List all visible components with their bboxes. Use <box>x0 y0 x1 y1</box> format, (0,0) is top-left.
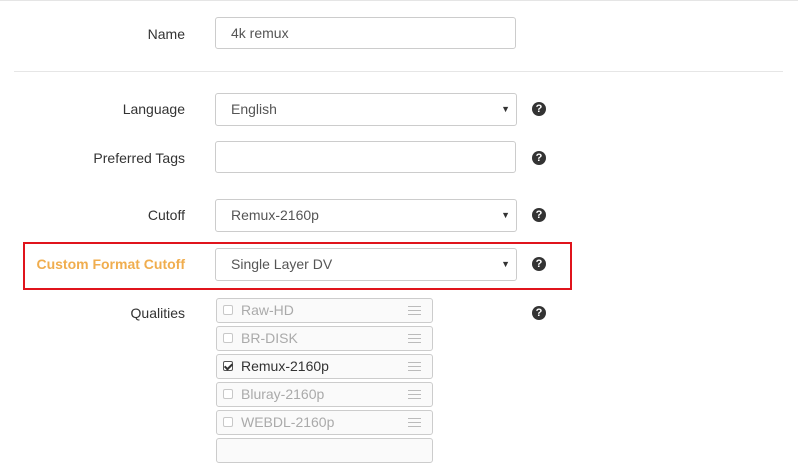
checkbox-checked[interactable] <box>223 361 233 371</box>
drag-handle-icon[interactable] <box>408 418 421 427</box>
quality-item-webdl-2160p[interactable]: WEBDL-2160p <box>216 410 433 435</box>
checkbox[interactable] <box>223 389 233 399</box>
checkbox[interactable] <box>223 305 233 315</box>
quality-item-raw-hd[interactable]: Raw-HD <box>216 298 433 323</box>
cutoff-value: Remux-2160p <box>231 207 319 223</box>
name-input[interactable] <box>215 17 516 49</box>
question-circle-icon[interactable]: ? <box>532 208 546 222</box>
question-circle-icon[interactable]: ? <box>532 102 546 116</box>
question-circle-icon[interactable]: ? <box>532 151 546 165</box>
question-circle-icon[interactable]: ? <box>532 257 546 271</box>
quality-item-bluray-2160p[interactable]: Bluray-2160p <box>216 382 433 407</box>
quality-item-br-disk[interactable]: BR-DISK <box>216 326 433 351</box>
chevron-down-icon: ▼ <box>501 259 510 269</box>
cutoff-label: Cutoff <box>147 207 185 223</box>
quality-name: Raw-HD <box>241 302 294 318</box>
name-label: Name <box>147 26 185 42</box>
chevron-down-icon: ▼ <box>501 210 510 220</box>
section-divider <box>14 71 783 72</box>
question-circle-icon[interactable]: ? <box>532 306 546 320</box>
top-border <box>0 0 798 1</box>
checkbox[interactable] <box>223 417 233 427</box>
quality-item-remux-2160p[interactable]: Remux-2160p <box>216 354 433 379</box>
custom-format-cutoff-value: Single Layer DV <box>231 256 333 272</box>
checkbox[interactable] <box>223 333 233 343</box>
preferred-tags-label: Preferred Tags <box>93 150 185 166</box>
qualities-label: Qualities <box>130 305 185 321</box>
drag-handle-icon[interactable] <box>408 334 421 343</box>
custom-format-cutoff-select[interactable]: Single Layer DV ▼ <box>215 248 517 281</box>
language-value: English <box>231 101 277 117</box>
drag-handle-icon[interactable] <box>408 390 421 399</box>
language-label: Language <box>122 101 185 117</box>
drag-handle-icon[interactable] <box>408 306 421 315</box>
chevron-down-icon: ▼ <box>501 104 510 114</box>
quality-name: BR-DISK <box>241 330 298 346</box>
cutoff-select[interactable]: Remux-2160p ▼ <box>215 199 517 232</box>
language-select[interactable]: English ▼ <box>215 93 517 126</box>
preferred-tags-input[interactable] <box>215 141 516 173</box>
quality-name: WEBDL-2160p <box>241 414 335 430</box>
drag-handle-icon[interactable] <box>408 362 421 371</box>
quality-name: Remux-2160p <box>241 358 329 374</box>
quality-name: Bluray-2160p <box>241 386 325 402</box>
custom-format-cutoff-label: Custom Format Cutoff <box>36 256 185 272</box>
